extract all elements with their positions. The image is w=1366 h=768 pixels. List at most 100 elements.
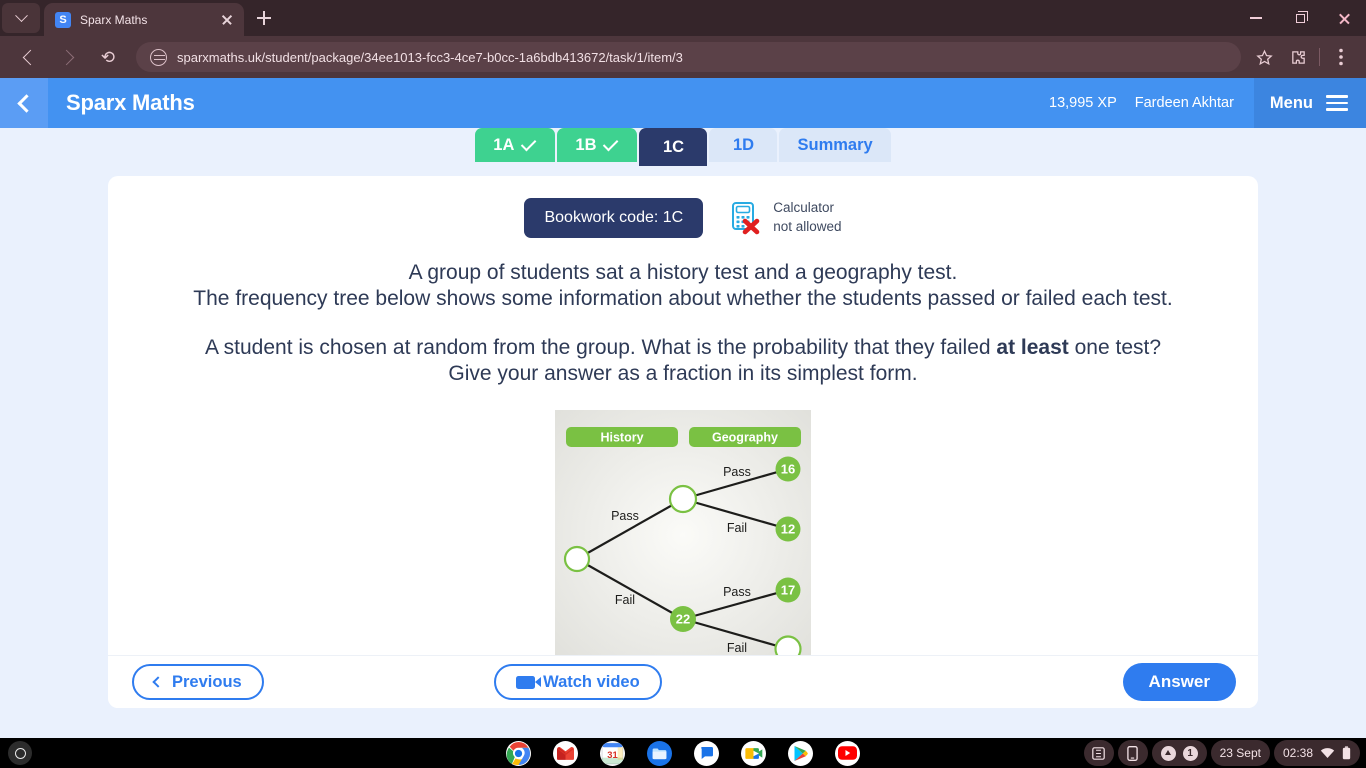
question-card: Bookwork code: 1C Calculator not allowed… bbox=[108, 176, 1258, 708]
tab-summary-label: Summary bbox=[797, 135, 873, 154]
date-label: 23 Sept bbox=[1219, 746, 1261, 760]
phone-hub-icon bbox=[1127, 745, 1138, 761]
back-arrow-icon bbox=[22, 49, 38, 65]
hamburger-icon bbox=[1326, 95, 1348, 111]
reload-button[interactable]: ⟳ bbox=[92, 41, 124, 73]
date-button[interactable]: 23 Sept bbox=[1210, 740, 1270, 766]
history-header-label: History bbox=[600, 430, 643, 444]
tab-1d[interactable]: 1D bbox=[709, 128, 778, 162]
tab-1d-label: 1D bbox=[732, 135, 755, 154]
tab-1c[interactable]: 1C bbox=[639, 128, 708, 166]
branch-label-geo-fail-top: Fail bbox=[727, 521, 747, 535]
calculator-not-allowed: Calculator not allowed bbox=[731, 199, 842, 236]
app-header: Sparx Maths 13,995 XP Fardeen Akhtar Men… bbox=[0, 78, 1366, 128]
maximize-button[interactable] bbox=[1278, 0, 1322, 36]
chrome-icon[interactable] bbox=[506, 740, 531, 766]
wifi-icon bbox=[1320, 748, 1335, 758]
browser-menu-button[interactable] bbox=[1324, 40, 1358, 74]
browser-tab[interactable]: S Sparx Maths bbox=[44, 3, 244, 36]
time-label: 02:38 bbox=[1282, 746, 1313, 760]
user-name[interactable]: Fardeen Akhtar bbox=[1135, 95, 1234, 111]
video-camera-icon bbox=[516, 675, 542, 689]
node-fail-fail bbox=[774, 635, 802, 655]
meet-icon[interactable] bbox=[741, 740, 766, 766]
extensions-button[interactable] bbox=[1281, 40, 1315, 74]
page-title: Sparx Maths bbox=[66, 90, 195, 115]
node-history-fail-value: 22 bbox=[676, 611, 690, 626]
tab-1b-label: 1B bbox=[575, 135, 597, 154]
node-root bbox=[563, 545, 591, 572]
calculator-note-text: Calculator not allowed bbox=[773, 199, 841, 236]
answer-button[interactable]: Answer bbox=[1122, 663, 1236, 701]
question-line-2: The frequency tree below shows some info… bbox=[193, 287, 1173, 311]
chat-icon[interactable] bbox=[694, 740, 719, 766]
extensions-puzzle-icon bbox=[1291, 50, 1305, 64]
bookmark-button[interactable] bbox=[1247, 40, 1281, 74]
sparx-favicon-icon: S bbox=[55, 11, 71, 28]
files-icon[interactable] bbox=[647, 740, 672, 766]
address-bar[interactable]: sparxmaths.uk/student/package/34ee1013-f… bbox=[136, 42, 1241, 72]
browser-tab-title: Sparx Maths bbox=[80, 12, 148, 27]
question-emphasis: at least bbox=[996, 335, 1069, 359]
chevron-left-icon bbox=[152, 676, 164, 688]
watch-video-label: Watch video bbox=[543, 672, 640, 691]
site-settings-icon[interactable] bbox=[150, 48, 167, 66]
branch-label-geo-fail-bottom: Fail bbox=[727, 641, 747, 655]
toolbar-divider bbox=[1319, 48, 1320, 66]
system-tray: 1 23 Sept 02:38 bbox=[1083, 740, 1360, 766]
phone-hub-button[interactable] bbox=[1117, 740, 1148, 766]
calculator-line-2: not allowed bbox=[773, 219, 842, 234]
three-dot-menu-icon bbox=[1339, 48, 1343, 66]
forward-button[interactable] bbox=[52, 41, 84, 73]
tab-search-button[interactable] bbox=[2, 3, 40, 33]
close-icon bbox=[1338, 12, 1351, 25]
play-store-icon[interactable] bbox=[788, 740, 813, 766]
status-area-button[interactable]: 02:38 bbox=[1273, 740, 1360, 766]
taskbar: 31 1 23 Sept 02:38 bbox=[0, 738, 1366, 768]
gmail-icon[interactable] bbox=[553, 740, 578, 766]
app-back-button[interactable] bbox=[0, 78, 48, 128]
minimize-button[interactable] bbox=[1234, 0, 1278, 36]
notifications-button[interactable]: 1 bbox=[1151, 740, 1207, 766]
question-line-4: Give your answer as a fraction in its si… bbox=[448, 362, 918, 386]
tab-summary[interactable]: Summary bbox=[779, 128, 891, 162]
calendar-icon[interactable]: 31 bbox=[600, 740, 625, 766]
previous-label: Previous bbox=[172, 672, 242, 691]
branch-label-history-pass: Pass bbox=[611, 509, 639, 523]
minimize-icon bbox=[1250, 17, 1262, 19]
node-pass-pass-value: 16 bbox=[781, 461, 795, 476]
maximize-icon bbox=[1295, 10, 1308, 23]
browser-tab-strip: S Sparx Maths bbox=[0, 0, 1366, 36]
sparx-app: Sparx Maths 13,995 XP Fardeen Akhtar Men… bbox=[0, 78, 1366, 738]
previous-button[interactable]: Previous bbox=[132, 664, 264, 700]
close-window-button[interactable] bbox=[1322, 0, 1366, 36]
question-text: A group of students sat a history test a… bbox=[108, 260, 1258, 388]
question-line-3-a: A student is chosen at random from the g… bbox=[204, 335, 997, 359]
node-history-pass bbox=[668, 484, 698, 513]
menu-button[interactable]: Menu bbox=[1253, 78, 1366, 128]
new-tab-button[interactable] bbox=[250, 4, 278, 32]
battery-icon bbox=[1342, 746, 1351, 760]
frequency-tree-diagram: History Geography Pass Fail Pass Fail Pa… bbox=[555, 409, 811, 655]
watch-video-button[interactable]: Watch video bbox=[494, 664, 662, 700]
branch-label-geo-pass-bottom: Pass bbox=[723, 585, 751, 599]
question-line-1: A group of students sat a history test a… bbox=[408, 261, 958, 284]
close-icon[interactable] bbox=[218, 11, 236, 29]
tab-1a[interactable]: 1A bbox=[475, 128, 556, 162]
chevron-down-icon bbox=[14, 8, 28, 22]
calculator-line-1: Calculator bbox=[773, 200, 834, 216]
tab-1b[interactable]: 1B bbox=[557, 128, 638, 162]
question-meta-row: Bookwork code: 1C Calculator not allowed bbox=[108, 198, 1258, 238]
node-fail-pass-value: 17 bbox=[781, 582, 795, 597]
forward-arrow-icon bbox=[58, 49, 74, 65]
frequency-tree-wrapper: History Geography Pass Fail Pass Fail Pa… bbox=[108, 409, 1258, 655]
window-controls bbox=[1234, 0, 1366, 36]
branch-label-geo-pass-top: Pass bbox=[723, 465, 751, 479]
chevron-left-icon bbox=[17, 93, 36, 113]
screen-capture-button[interactable] bbox=[1083, 740, 1114, 766]
svg-text:31: 31 bbox=[607, 750, 617, 760]
back-button[interactable] bbox=[12, 41, 44, 73]
star-icon bbox=[1255, 49, 1273, 65]
youtube-icon[interactable] bbox=[835, 740, 860, 766]
screen-capture-icon bbox=[1092, 746, 1105, 760]
